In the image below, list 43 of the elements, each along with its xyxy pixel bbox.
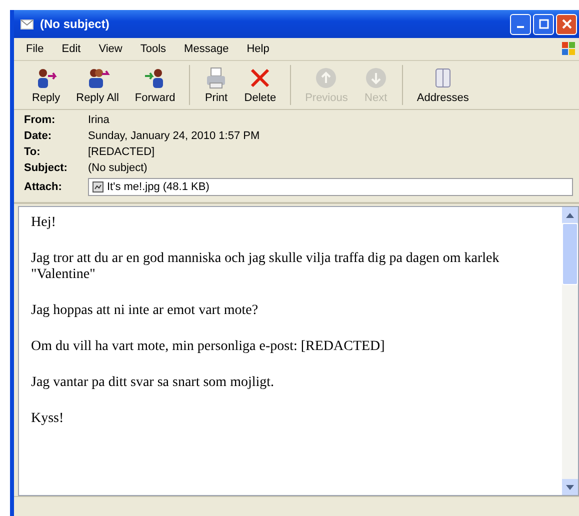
envelope-icon (20, 18, 34, 30)
message-paragraph: Kyss! (31, 411, 65, 427)
message-paragraph: Jag tror att du ar en god manniska och jag skulle vilja traffa dig pa dagen om karlek "Valentine" (31, 251, 500, 283)
field-label: Subject: (24, 162, 68, 174)
minimize-icon (517, 26, 524, 28)
scroll-down-icon[interactable] (566, 484, 574, 490)
field-value: [REDACTED] (88, 146, 155, 158)
field-value: (No subject) (88, 162, 148, 174)
reply-button[interactable]: Reply (24, 61, 68, 109)
menu-item[interactable]: View (96, 41, 124, 57)
menu-item[interactable]: File (24, 41, 46, 57)
windows-flag-icon (561, 41, 577, 57)
forward-button[interactable]: Forward (126, 61, 184, 109)
menu-item[interactable]: Message (182, 41, 231, 57)
scroll-up-icon[interactable] (566, 212, 574, 218)
menu-item[interactable]: Tools (138, 41, 168, 57)
maximize-icon (538, 19, 548, 29)
minimize-button[interactable] (510, 14, 531, 34)
window-title: (No subject) (40, 17, 110, 31)
scrollbar[interactable] (562, 207, 578, 495)
reply-all-button[interactable]: Reply All (68, 61, 127, 109)
field-label: Attach: (24, 181, 63, 193)
menu-item[interactable]: Edit (60, 41, 83, 57)
field-value: Sunday, January 24, 2010 1:57 PM (88, 130, 260, 142)
close-button[interactable] (556, 14, 577, 34)
field-value: Irina (88, 114, 110, 126)
scrollbar-thumb[interactable] (562, 223, 578, 285)
close-icon (562, 19, 572, 29)
attachment-name[interactable]: It's me!.jpg (48.1 KB) (107, 181, 210, 193)
field-label: To: (24, 146, 42, 158)
message-paragraph: Hej! (31, 215, 57, 231)
addresses-button[interactable]: Addresses (408, 61, 477, 109)
delete-button[interactable]: Delete (236, 61, 284, 109)
image-file-icon (92, 181, 104, 193)
menu-item[interactable]: Help (244, 41, 272, 57)
message-paragraph: Om du vill ha vart mote, min personliga e-post: [REDACTED] (31, 339, 386, 355)
attachment-field[interactable]: It's me!.jpg (48.1 KB) (88, 178, 573, 196)
message-paragraph: Jag hoppas att ni inte ar emot vart mote? (31, 303, 260, 319)
field-label: Date: (24, 130, 53, 142)
maximize-button[interactable] (533, 14, 554, 34)
print-button[interactable]: Print (196, 61, 236, 109)
field-label: From: (24, 114, 56, 126)
message-paragraph: Jag vantar pa ditt svar sa snart som mojligt. (31, 375, 276, 391)
